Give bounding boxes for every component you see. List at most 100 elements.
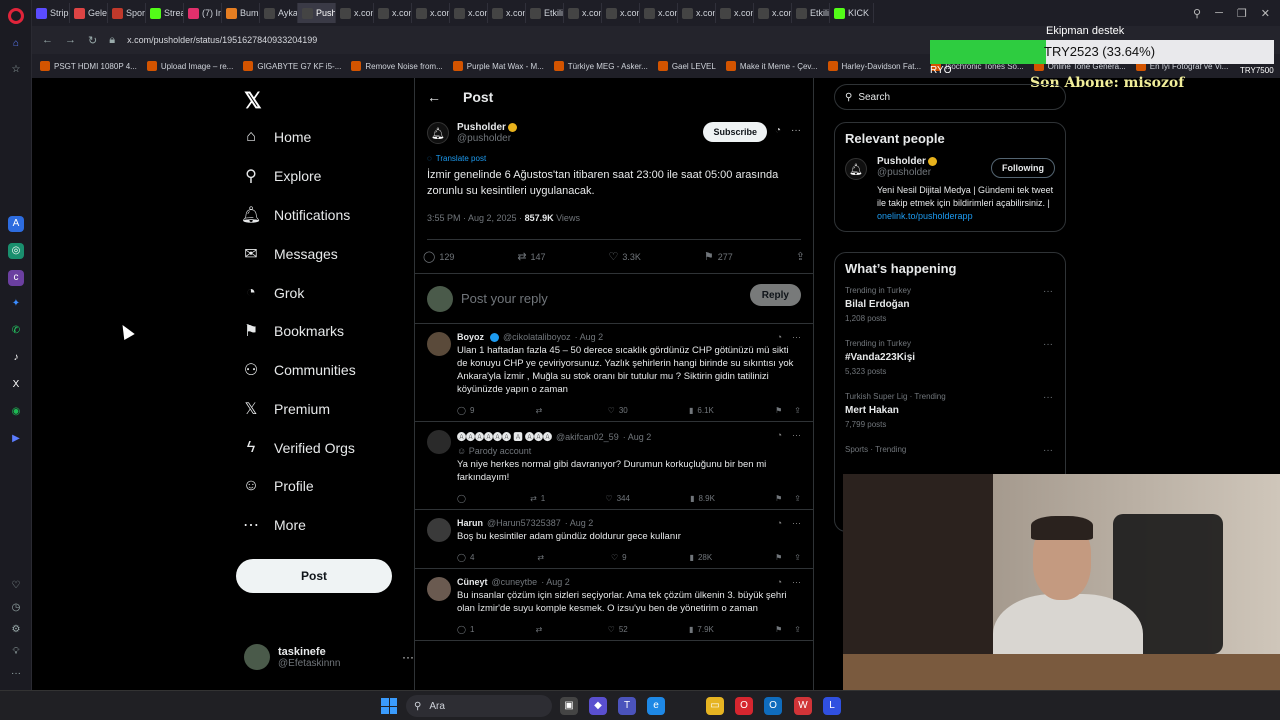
nav-item-more[interactable]: ⋯ More [242, 512, 306, 538]
x-logo-icon[interactable]: 𝕏 [244, 88, 262, 114]
browser-tab[interactable]: Etkili [526, 3, 564, 23]
nav-item-premium[interactable]: 𝕏 Premium [242, 396, 330, 422]
reply-author[interactable]: Boyoz [457, 332, 484, 342]
trend-more-icon[interactable]: ··· [1043, 445, 1053, 456]
post-time[interactable]: 3:55 PM · Aug 2, 2025 · [427, 213, 525, 223]
pusholder-avatar[interactable]: 🔔︎ [427, 122, 449, 144]
grok-icon[interactable]: ◔ [777, 518, 782, 528]
browser-tab[interactable]: x.com [336, 3, 374, 23]
browser-tab[interactable]: Etkili [792, 3, 830, 23]
browser-tab[interactable]: x.com [640, 3, 678, 23]
trend-item[interactable]: Trending in Turkey #Vanda223Kişi 5,323 pos… [845, 339, 1055, 376]
browser-tab[interactable]: Pusholde [298, 3, 336, 23]
opera-logo-icon[interactable] [8, 8, 24, 24]
author-name[interactable]: Pusholder [457, 122, 506, 133]
reply-action[interactable]: ◯ 1 [457, 625, 474, 634]
browser-tab[interactable]: x.com [716, 3, 754, 23]
bookmark-action[interactable]: ⚑ 277 [704, 250, 733, 263]
like-action[interactable]: ♡ 30 [608, 406, 628, 415]
reply-post[interactable]: 🅐🅐🅐🅐🅐🅐 🅰 🅐🅐🅐 @akifcan02_59 · Aug 2 ◔ ··· ☺ Pa… [415, 422, 813, 510]
trend-item[interactable]: Sports · Trending ··· [845, 445, 1055, 456]
reply-author[interactable]: Cüneyt [457, 577, 488, 587]
minimize-icon[interactable]: ─ [1215, 7, 1223, 20]
grok-icon[interactable]: ◔ [777, 430, 782, 440]
browser-tab[interactable]: x.com [374, 3, 412, 23]
views-action[interactable]: ▮ 7.9K [689, 625, 714, 634]
share-icon[interactable]: ⇪ [794, 494, 801, 503]
nav-item-bookmarks[interactable]: ⚑ Bookmarks [242, 318, 344, 344]
copilot-icon[interactable]: ◆ [589, 697, 607, 715]
share-icon[interactable]: ⇪ [794, 553, 801, 562]
repost-action[interactable]: ⇄ 1 [530, 494, 545, 503]
reply-more-icon[interactable]: ··· [792, 332, 801, 342]
heart-icon[interactable]: ♡ [8, 578, 24, 594]
grok-icon[interactable]: ◔ [775, 125, 781, 136]
trend-more-icon[interactable]: ··· [1043, 339, 1053, 350]
reply-button[interactable]: Reply [749, 284, 801, 306]
search-tabs-icon[interactable]: ⚲ [1193, 7, 1201, 20]
repost-action[interactable]: ⇄ [536, 625, 547, 634]
bookmark-item[interactable]: Purple Mat Wax - M... [452, 61, 544, 71]
browser-tab[interactable]: x.com [488, 3, 526, 23]
trend-item[interactable]: Trending in Turkey Bilal Erdoğan 1,208 pos… [845, 286, 1055, 323]
reply-date[interactable]: · Aug 2 [575, 332, 604, 342]
bulb-icon[interactable]: 💡︎ [8, 644, 24, 660]
whatsapp-icon[interactable]: ✆ [8, 323, 24, 339]
browser-tab[interactable]: Ayka [260, 3, 298, 23]
reply-action[interactable]: ◯ 4 [457, 553, 474, 562]
chatgpt-icon[interactable]: ◎ [8, 243, 24, 259]
browser-tab[interactable]: Spor [108, 3, 146, 23]
avatar[interactable] [427, 430, 451, 454]
browser-tab[interactable]: x.com [564, 3, 602, 23]
player-icon[interactable]: ▶ [8, 431, 24, 447]
nav-item-grok[interactable]: ◔ Grok [242, 280, 304, 306]
repost-action[interactable]: ⇄ [536, 406, 547, 415]
back-arrow-icon[interactable]: ← [427, 89, 441, 105]
reply-input[interactable]: Post your reply [461, 291, 548, 306]
nav-item-home[interactable]: ⌂ Home [242, 124, 311, 150]
edge-icon[interactable]: e [647, 697, 665, 715]
avatar[interactable] [427, 577, 451, 601]
search-input[interactable]: ⚲ Search [834, 84, 1066, 110]
reply-date[interactable]: · Aug 2 [541, 577, 570, 587]
bio-link[interactable]: onelink.to/pusholderapp [877, 211, 973, 221]
bookmark-action[interactable]: ⚑ ⇪ [775, 494, 801, 503]
browser-tab[interactable]: (7) In [184, 3, 222, 23]
teams-icon[interactable]: T [618, 697, 636, 715]
nav-item-profile[interactable]: ☺ Profile [242, 473, 314, 499]
subscribe-button[interactable]: Subscribe [703, 122, 767, 142]
tiktok-icon[interactable]: ♪ [8, 350, 24, 366]
office-icon[interactable]: W [794, 697, 812, 715]
forward-icon[interactable]: → [65, 34, 76, 46]
trend-item[interactable]: Turkish Super Lig · Trending Mert Hakan 7,… [845, 392, 1055, 429]
author-handle[interactable]: @pusholder [457, 133, 517, 144]
grok-icon[interactable]: ◔ [777, 577, 782, 587]
browser-tab[interactable]: x.com [602, 3, 640, 23]
messenger-icon[interactable]: ✦ [8, 296, 24, 312]
windows-start-icon[interactable] [381, 698, 397, 714]
views-action[interactable]: ▮ 28K [690, 553, 713, 562]
repost-action[interactable]: ⇄ 147 [517, 250, 545, 263]
share-action[interactable]: ⇪ [796, 250, 805, 263]
browser-tab[interactable]: Gele [70, 3, 108, 23]
bookmark-action[interactable]: ⚑ ⇪ [775, 625, 801, 634]
translate-post-link[interactable]: ◌ Translate post [427, 154, 801, 163]
reply-date[interactable]: · Aug 2 [565, 518, 594, 528]
reply-more-icon[interactable]: ··· [792, 518, 801, 528]
reply-author[interactable]: Harun [457, 518, 483, 528]
close-icon[interactable]: ✕ [1261, 7, 1270, 20]
nav-item-verified-orgs[interactable]: ϟ Verified Orgs [242, 435, 355, 461]
nav-item-explore[interactable]: ⚲ Explore [242, 163, 321, 189]
reply-post[interactable]: Harun @Harun57325387 · Aug 2 ◔ ··· Boş bu kes… [415, 510, 813, 569]
post-more-icon[interactable]: ··· [791, 125, 801, 136]
browser-tab[interactable]: x.com [754, 3, 792, 23]
star-icon[interactable]: ☆ [8, 62, 24, 78]
bookmark-action[interactable]: ⚑ ⇪ [775, 406, 801, 415]
more-icon[interactable]: ··· [8, 666, 24, 682]
reply-action[interactable]: ◯ [457, 494, 470, 503]
browser-tab[interactable]: KICK [830, 3, 874, 23]
bookmark-item[interactable]: Make it Meme - Çev... [725, 61, 818, 71]
reply-author[interactable]: 🅐🅐🅐🅐🅐🅐 🅰 🅐🅐🅐 [457, 430, 552, 443]
nav-item-messages[interactable]: ✉ Messages [242, 241, 338, 267]
bookmark-item[interactable]: Harley-Davidson Fat... [827, 61, 921, 71]
